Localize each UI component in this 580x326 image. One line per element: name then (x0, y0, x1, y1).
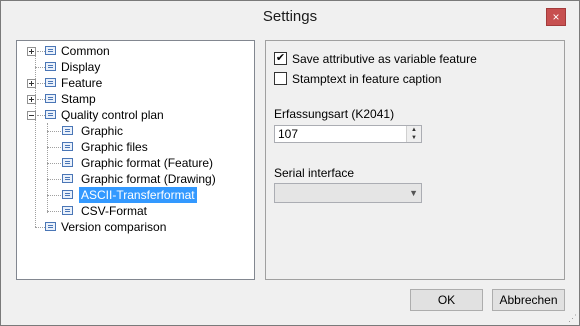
spinner-buttons: ▲ ▼ (406, 126, 421, 142)
tree-item-label: ASCII-Transferformat (79, 187, 197, 203)
tree-item-feature[interactable]: Feature (17, 75, 253, 91)
list-icon (62, 142, 73, 151)
tree-item-display[interactable]: Display (17, 59, 253, 75)
tree-item-label: Common (61, 44, 110, 58)
tree-item-label: Graphic format (Drawing) (81, 172, 216, 186)
expand-icon[interactable] (27, 95, 36, 104)
tree-item-graphic-format-drawing[interactable]: Graphic format (Drawing) (17, 171, 253, 187)
save-attributive-label: Save attributive as variable feature (292, 52, 477, 66)
tree-item-label: Stamp (61, 92, 96, 106)
list-icon (62, 174, 73, 183)
list-icon (45, 222, 56, 231)
tree-item-graphic-files[interactable]: Graphic files (17, 139, 253, 155)
tree-item-stamp[interactable]: Stamp (17, 91, 253, 107)
title-bar: Settings × (1, 1, 579, 32)
tree-item-label: Graphic format (Feature) (81, 156, 214, 170)
collapse-icon[interactable] (27, 111, 36, 120)
list-icon (62, 190, 73, 199)
stamptext-label: Stamptext in feature caption (292, 72, 442, 86)
tree-item-graphic-format-feature[interactable]: Graphic format (Feature) (17, 155, 253, 171)
stamptext-checkbox[interactable] (274, 72, 287, 85)
list-icon (45, 110, 56, 119)
tree-item-version-comparison[interactable]: Version comparison (17, 219, 253, 235)
expand-icon[interactable] (27, 79, 36, 88)
list-icon (45, 94, 56, 103)
serial-interface-label: Serial interface (274, 166, 355, 180)
list-icon (45, 46, 56, 55)
list-icon (62, 158, 73, 167)
tree-item-graphic[interactable]: Graphic (17, 123, 253, 139)
tree-item-label: Graphic files (81, 140, 148, 154)
tree-item-label: Display (61, 60, 101, 74)
list-icon (62, 126, 73, 135)
tree-item-label: Quality control plan (61, 108, 164, 122)
erfassungsart-label: Erfassungsart (K2041) (274, 107, 395, 121)
tree-item-label: Feature (61, 76, 103, 90)
settings-dialog: Settings × Common Display Feature Stamp (0, 0, 580, 326)
tree-item-ascii-transferformat[interactable]: ASCII-Transferformat (17, 187, 253, 203)
tree-item-quality-control-plan[interactable]: Quality control plan (17, 107, 253, 123)
tree-item-label: Version comparison (61, 220, 167, 234)
dialog-title: Settings (262, 8, 318, 25)
settings-tree[interactable]: Common Display Feature Stamp Quality con… (16, 40, 255, 280)
erfassungsart-value[interactable]: 107 (278, 127, 298, 141)
erfassungsart-spinner[interactable]: 107 ▲ ▼ (274, 125, 422, 143)
settings-panel: ✔ Save attributive as variable feature S… (265, 40, 565, 280)
list-icon (45, 78, 56, 87)
list-icon (62, 206, 73, 215)
resize-grip-icon[interactable]: ⋰ (567, 313, 577, 323)
serial-interface-select[interactable]: ▼ (274, 183, 422, 203)
ok-button[interactable]: OK (410, 289, 483, 311)
tree-item-label: Graphic (81, 124, 124, 138)
tree-item-label: CSV-Format (81, 204, 148, 218)
save-attributive-checkbox[interactable]: ✔ (274, 52, 287, 65)
spin-down-icon[interactable]: ▼ (407, 134, 421, 142)
cancel-button[interactable]: Abbrechen (492, 289, 565, 311)
chevron-down-icon[interactable]: ▼ (409, 188, 418, 198)
tree-item-csv-format[interactable]: CSV-Format (17, 203, 253, 219)
list-icon (45, 62, 56, 71)
tree-item-common[interactable]: Common (17, 43, 253, 59)
close-button[interactable]: × (546, 8, 566, 26)
expand-icon[interactable] (27, 47, 36, 56)
